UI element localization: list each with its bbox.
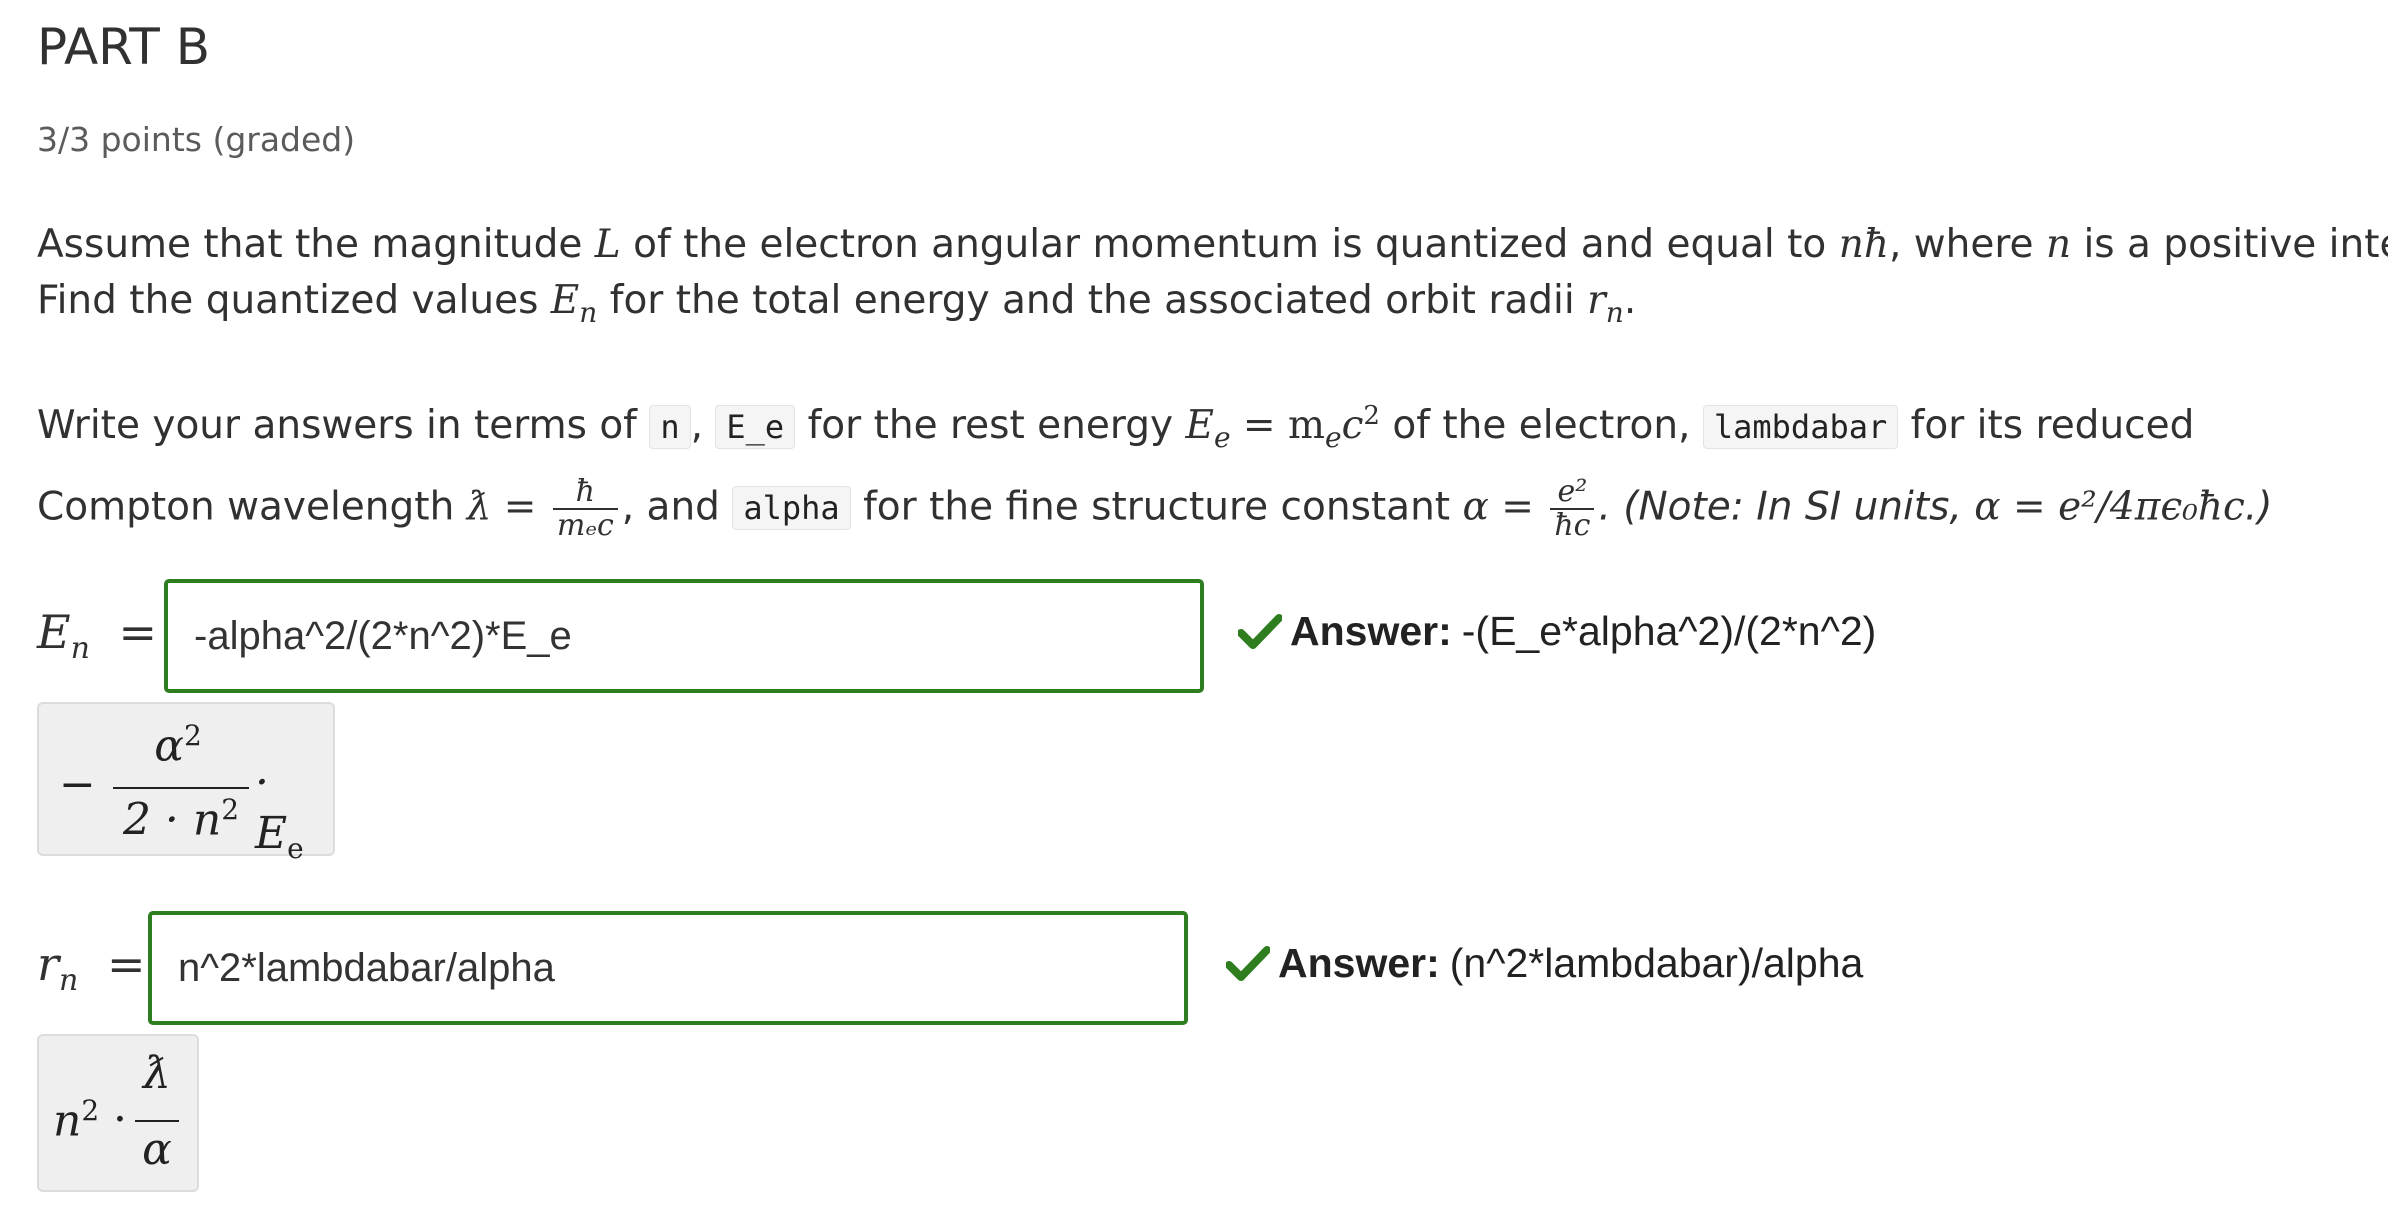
- checkmark-icon: [1226, 945, 1270, 981]
- preview-denominator: α: [142, 1124, 172, 1175]
- code-lambdabar: lambdabar: [1702, 405, 1899, 449]
- part-title: PART B: [37, 18, 210, 76]
- problem-line-1: Assume that the magnitude L of the elect…: [37, 222, 2388, 267]
- En-feedback: Answer: -(E_e*alpha^2)/(2*n^2): [1238, 608, 1876, 655]
- En-math-preview: − α2 2 · n2 · Ee: [37, 702, 335, 865]
- code-n: n: [649, 405, 691, 449]
- problem-statement: Assume that the magnitude L of the elect…: [37, 217, 2388, 341]
- rn-label: rn =: [37, 937, 146, 999]
- answer-label: Answer:: [1290, 608, 1452, 654]
- instructions: Write your answers in terms of n, E_e fo…: [37, 388, 2272, 542]
- rn-math-preview: n2 · ƛ α: [37, 1034, 199, 1192]
- En-label: En =: [37, 605, 158, 667]
- code-E_e: E_e: [715, 405, 796, 449]
- code-alpha: alpha: [732, 486, 851, 531]
- instructions-line-2: Compton wavelength ƛ = ħ mₑc, and alpha f…: [37, 473, 2273, 543]
- problem-line-2: Find the quantized values En for the tot…: [37, 278, 1637, 329]
- rn-input[interactable]: n^2*lambdabar/alpha: [148, 911, 1188, 1025]
- answer-value: -(E_e*alpha^2)/(2*n^2): [1461, 608, 1877, 654]
- En-input[interactable]: -alpha^2/(2*n^2)*E_e: [164, 579, 1204, 693]
- preview-numerator: α2: [154, 719, 202, 772]
- hbar-over-mec-fraction: ħ mₑc: [552, 475, 618, 542]
- checkmark-icon: [1238, 613, 1282, 649]
- preview-numerator: ƛ: [143, 1048, 171, 1099]
- En-input-value[interactable]: -alpha^2/(2*n^2)*E_e: [194, 614, 572, 659]
- e2-over-hbarc-fraction: e² ħc: [1550, 475, 1595, 542]
- answer-value: (n^2*lambdabar)/alpha: [1449, 940, 1864, 986]
- points-status: 3/3 points (graded): [37, 120, 356, 159]
- instructions-line-1: Write your answers in terms of n, E_e fo…: [37, 401, 2195, 454]
- preview-denominator: 2 · n2: [122, 793, 240, 846]
- rn-feedback: Answer: (n^2*lambdabar)/alpha: [1226, 940, 1863, 987]
- answer-label: Answer:: [1278, 940, 1440, 986]
- rn-input-value[interactable]: n^2*lambdabar/alpha: [178, 946, 555, 991]
